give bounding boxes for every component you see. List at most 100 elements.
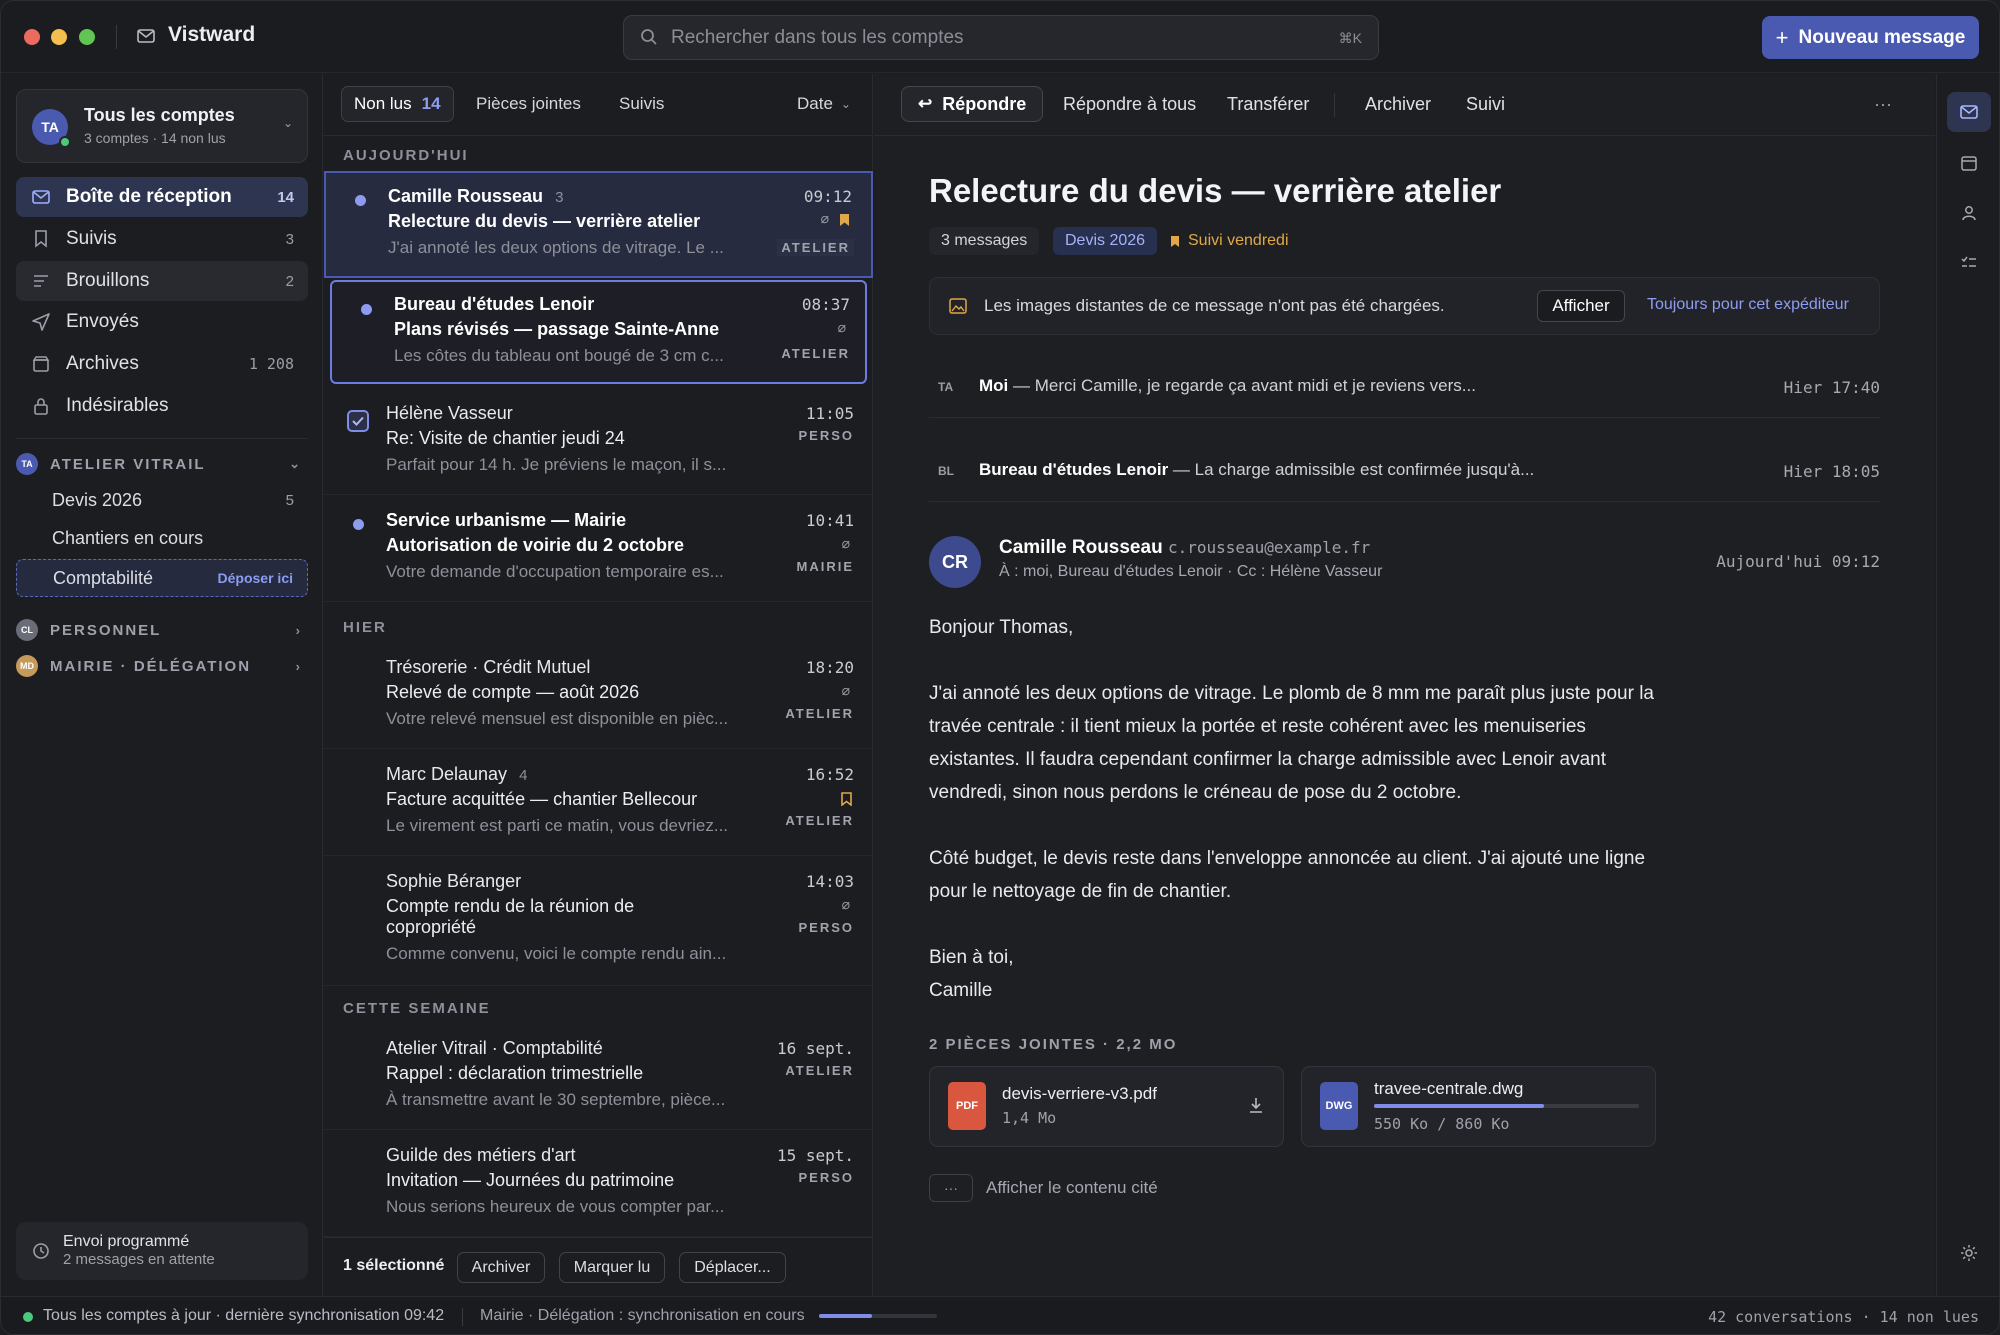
lock-icon xyxy=(31,396,51,416)
message-preview: Votre demande d'occupation temporaire es… xyxy=(386,562,724,581)
section-label: PERSONNEL xyxy=(50,621,162,639)
close-window-button[interactable] xyxy=(24,29,40,45)
minimize-window-button[interactable] xyxy=(51,29,67,45)
folder-label: Comptabilité xyxy=(53,567,154,588)
list-item[interactable]: Atelier Vitrail · Comptabilité Rappel : … xyxy=(324,1023,873,1130)
message-time: 14:03 xyxy=(805,872,854,891)
sidebar-item-label: Indésirables xyxy=(66,395,169,416)
mark-read-button[interactable]: Marquer lu xyxy=(559,1252,665,1283)
sort-dropdown[interactable]: Date ⌄ xyxy=(785,86,863,122)
message-sender: Marc Delaunay 4 xyxy=(386,764,528,784)
list-item[interactable]: Bureau d'études Lenoir Plans révisés — p… xyxy=(330,280,867,384)
online-status-dot xyxy=(59,136,71,148)
contacts-icon[interactable] xyxy=(1947,193,1991,233)
tasks-icon[interactable] xyxy=(1947,243,1991,283)
account-name: Tous les comptes xyxy=(84,105,235,125)
sidebar-item-archives[interactable]: Archives 1 208 xyxy=(16,344,308,384)
follow-button[interactable]: Suivi xyxy=(1466,86,1505,122)
mail-icon[interactable] xyxy=(1947,92,1991,132)
sender-email[interactable]: c.rousseau@example.fr xyxy=(1168,538,1370,557)
count: 5 xyxy=(285,491,294,509)
calendar-icon[interactable] xyxy=(1947,143,1991,183)
sidebar-item-followed[interactable]: Suivis 3 xyxy=(16,219,308,259)
attachment-card[interactable]: PDF devis-verriere-v3.pdf 1,4 Mo xyxy=(929,1066,1284,1147)
new-message-button[interactable]: + Nouveau message xyxy=(1762,16,1979,59)
message-date: Aujourd'hui 09:12 xyxy=(1716,552,1880,571)
reply-button[interactable]: ↩ Répondre xyxy=(901,86,1044,122)
folder-chantiers-en-cours[interactable]: Chantiers en cours xyxy=(16,519,308,557)
paperclip-icon: ⌀ xyxy=(841,896,850,912)
sidebar-item-junk[interactable]: Indésirables xyxy=(16,386,308,426)
count: 1 208 xyxy=(248,355,294,373)
tab-label: Non lus xyxy=(354,94,412,113)
archive-button[interactable]: Archiver xyxy=(457,1252,545,1283)
section-atelier-vitrail[interactable]: TA ATELIER VITRAIL ⌄ xyxy=(16,451,308,477)
move-button[interactable]: Déplacer... xyxy=(679,1252,786,1283)
account-avatar: MD xyxy=(16,655,38,677)
remote-images-notice: Les images distantes de ce message n'ont… xyxy=(929,277,1880,335)
thread-collapsed-message[interactable]: TA Moi — Merci Camille, je regarde ça av… xyxy=(929,358,1880,418)
search-placeholder: Rechercher dans tous les comptes xyxy=(671,27,964,48)
always-show-link[interactable]: Toujours pour cet expéditeur xyxy=(1647,296,1849,314)
show-quoted-link[interactable]: Afficher le contenu cité xyxy=(986,1178,1158,1198)
tab-unread[interactable]: Non lus 14 xyxy=(341,86,454,122)
label-chip[interactable]: Devis 2026 xyxy=(1053,227,1158,255)
bookmark-icon xyxy=(31,229,51,249)
new-message-label: Nouveau message xyxy=(1798,26,1966,48)
sidebar-item-drafts[interactable]: Brouillons 2 xyxy=(16,261,308,301)
forward-button[interactable]: Transférer xyxy=(1227,86,1309,122)
sidebar-item-sent[interactable]: Envoyés xyxy=(16,302,308,342)
scheduled-send-panel[interactable]: Envoi programmé 2 messages en attente xyxy=(16,1222,308,1280)
reply-all-button[interactable]: Répondre à tous xyxy=(1063,86,1196,122)
message-sender: Hélène Vasseur xyxy=(386,403,513,423)
body-paragraph: J'ai annoté les deux options de vitrage.… xyxy=(929,683,1654,803)
thread-date: Hier 17:40 xyxy=(1783,378,1880,397)
quoted-content-toggle[interactable]: ··· xyxy=(929,1174,973,1202)
download-icon[interactable] xyxy=(1249,1097,1263,1118)
message-sender: Bureau d'études Lenoir xyxy=(394,294,595,314)
list-item[interactable]: Guilde des métiers d'art Invitation — Jo… xyxy=(324,1130,873,1237)
sidebar-item-inbox[interactable]: Boîte de réception 14 xyxy=(16,177,308,217)
sync-progress-track xyxy=(819,1314,937,1318)
search-input[interactable]: Rechercher dans tous les comptes ⌘K xyxy=(623,15,1379,60)
account-tag: PERSO xyxy=(798,428,854,443)
list-item[interactable]: Marc Delaunay 4 Facture acquittée — chant… xyxy=(324,749,873,856)
selection-checkbox[interactable] xyxy=(347,410,369,432)
message-subject: Re: Visite de chantier jeudi 24 xyxy=(386,428,625,448)
list-item[interactable]: Sophie Béranger Compte rendu de la réuni… xyxy=(324,856,873,986)
message-body: Bonjour Thomas, J'ai annoté les deux opt… xyxy=(929,611,1659,1007)
status-bar: Tous les comptes à jour · dernière synch… xyxy=(1,1296,1999,1334)
list-item[interactable]: Camille Rousseau 3 Relecture du devis — v… xyxy=(324,171,873,278)
pdf-file-icon: PDF xyxy=(948,1082,986,1130)
group-header-today: AUJOURD'HUI xyxy=(343,147,469,164)
sidebar-item-label: Archives xyxy=(66,353,139,374)
list-item[interactable]: Service urbanisme — Mairie Autorisation … xyxy=(324,495,873,602)
reply-label: Répondre xyxy=(942,93,1027,114)
list-item[interactable]: Hélène Vasseur Re: Visite de chantier je… xyxy=(324,388,873,495)
attachment-name: travee-centrale.dwg xyxy=(1374,1079,1524,1098)
list-item[interactable]: Trésorerie · Crédit Mutuel Relevé de com… xyxy=(324,642,873,749)
mail-logo-icon xyxy=(137,28,155,49)
maximize-window-button[interactable] xyxy=(79,29,95,45)
chevron-down-icon: ⌄ xyxy=(282,116,293,130)
account-switcher[interactable]: TA Tous les comptes 3 comptes · 14 non l… xyxy=(16,89,308,163)
folder-comptabilite-drop-target[interactable]: Comptabilité Déposer ici xyxy=(16,559,308,597)
tab-followed[interactable]: Suivis xyxy=(607,86,676,122)
account-tag: ATELIER xyxy=(785,1063,854,1078)
divider xyxy=(116,25,117,49)
archive-button[interactable]: Archiver xyxy=(1365,86,1431,122)
tab-attachments[interactable]: Pièces jointes xyxy=(464,86,593,122)
message-preview: Nous serions heureux de vous compter par… xyxy=(386,1197,725,1216)
folder-devis-2026[interactable]: Devis 2026 5 xyxy=(16,481,308,519)
scheduled-title: Envoi programmé xyxy=(63,1233,190,1250)
show-images-button[interactable]: Afficher xyxy=(1537,290,1625,322)
follow-up-chip[interactable]: Suivi vendredi xyxy=(1170,227,1301,255)
thread-collapsed-message[interactable]: BL Bureau d'études Lenoir — La charge ad… xyxy=(929,442,1880,502)
section-mairie-delegation[interactable]: MD MAIRIE · DÉLÉGATION › xyxy=(16,653,308,679)
notice-text: Les images distantes de ce message n'ont… xyxy=(984,296,1445,315)
message-time: 11:05 xyxy=(805,404,854,423)
settings-icon[interactable] xyxy=(1947,1233,1991,1273)
attachment-card-downloading[interactable]: DWG travee-centrale.dwg 550 Ko / 860 Ko xyxy=(1301,1066,1656,1147)
more-options-icon[interactable]: ··· xyxy=(1874,86,1892,122)
section-personnel[interactable]: CL PERSONNEL › xyxy=(16,617,308,643)
